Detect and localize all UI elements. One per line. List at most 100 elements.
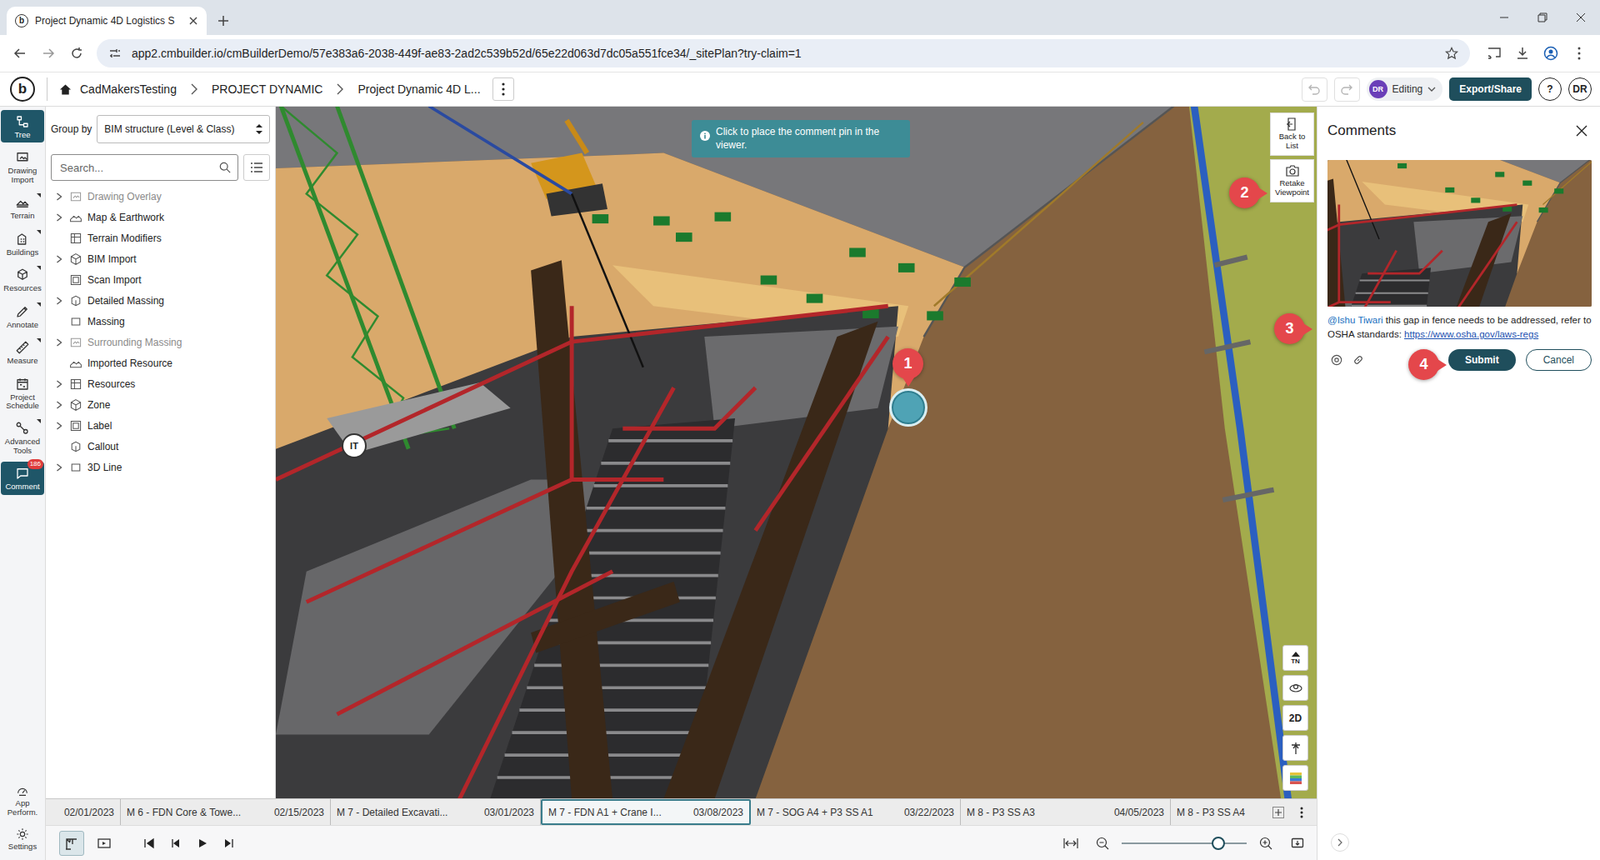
minimize-button[interactable]	[1485, 0, 1524, 35]
collapse-button[interactable]	[1330, 833, 1350, 852]
2d-toggle-button[interactable]: 2D	[1282, 705, 1309, 731]
close-tab-icon[interactable]	[188, 15, 199, 26]
timeline-segment[interactable]: M 7 - SOG A4 + P3 SS A1 03/22/2023	[750, 799, 961, 825]
zoom-slider[interactable]	[1121, 835, 1247, 852]
expander[interactable]	[50, 463, 68, 472]
zoom-out-button[interactable]	[1090, 830, 1115, 856]
expander[interactable]	[50, 192, 68, 201]
reload-button[interactable]	[63, 40, 90, 67]
tree-item[interactable]: Callout	[50, 435, 270, 457]
rail-item[interactable]: App Perform.	[0, 780, 45, 820]
site-info-icon[interactable]	[108, 46, 122, 60]
add-segment-button[interactable]	[1266, 800, 1290, 825]
rail-item[interactable]: Comment 186	[0, 461, 45, 495]
tree-item[interactable]: Label	[50, 415, 270, 436]
forward-button[interactable]	[35, 40, 62, 67]
redo-button[interactable]	[1334, 77, 1360, 102]
rail-item[interactable]: Terrain	[0, 190, 45, 224]
compass-button[interactable]: TN	[1282, 645, 1309, 671]
timeline-segment[interactable]: M 8 - P3 SS A3 04/05/2023	[960, 799, 1171, 825]
user-avatar[interactable]: DR	[1568, 77, 1592, 101]
expander[interactable]	[50, 421, 68, 430]
undo-button[interactable]	[1301, 77, 1328, 102]
first-button[interactable]	[136, 830, 162, 856]
comment-draft[interactable]: @Ishu Tiwari this gap in fence needs to …	[1327, 313, 1592, 343]
user-comment-pin[interactable]: IT	[341, 433, 367, 459]
fit-button[interactable]	[1058, 830, 1084, 856]
timeline-segment[interactable]: M 7 - Detailed Excavati... 03/01/2023	[330, 799, 541, 825]
cast-icon[interactable]	[1486, 45, 1502, 61]
comment-link[interactable]: https://www.osha.gov/laws-regs	[1404, 329, 1539, 340]
rail-item[interactable]: Resources	[0, 263, 45, 296]
rail-item[interactable]: Annotate	[0, 300, 45, 333]
group-by-select[interactable]: BIM structure (Level & Class)	[96, 115, 270, 144]
tree-item[interactable]: Zone	[50, 394, 270, 415]
timeline-segment[interactable]: M 6 - FDN Core & Towe... 02/15/2023	[120, 799, 331, 825]
help-button[interactable]: ?	[1538, 77, 1562, 101]
orbit-button[interactable]	[1282, 675, 1309, 701]
slider-knob[interactable]	[1211, 836, 1225, 850]
breadcrumb[interactable]: CadMakersTesting	[80, 82, 177, 96]
new-tab-icon[interactable]	[216, 14, 230, 28]
breadcrumb[interactable]: PROJECT DYNAMIC	[211, 82, 324, 96]
rail-item[interactable]: Advanced Tools	[0, 416, 45, 459]
export-view-button[interactable]	[1285, 830, 1310, 856]
app-logo[interactable]: b	[10, 76, 35, 102]
cancel-button[interactable]: Cancel	[1525, 349, 1592, 371]
layers-color-button[interactable]	[1282, 765, 1309, 791]
tree-item[interactable]: 3D Line	[50, 456, 270, 478]
last-button[interactable]	[216, 830, 242, 856]
tree-item[interactable]: Detailed Massing	[50, 290, 270, 311]
timeline-segment[interactable]: M 8 - P3 SS A4	[1170, 799, 1267, 825]
tree-item[interactable]: Resources	[50, 373, 270, 395]
close-button[interactable]	[1561, 0, 1600, 35]
rail-item[interactable]: Project Schedule	[0, 372, 45, 415]
expander[interactable]	[50, 255, 68, 264]
play-button[interactable]	[190, 830, 215, 856]
thumbnail-render[interactable]	[1327, 160, 1592, 307]
tree-item[interactable]: Drawing Overlay	[50, 185, 270, 207]
tree-item[interactable]: BIM Import	[50, 248, 270, 270]
viewer-tool-button[interactable]: Retake Viewpoint	[1270, 159, 1315, 203]
download-icon[interactable]	[1515, 45, 1530, 61]
viewer-tool-button[interactable]: Back to List	[1270, 112, 1315, 156]
expander[interactable]	[50, 380, 68, 389]
tree-item[interactable]: Terrain Modifiers	[50, 227, 270, 249]
bookmark-star-icon[interactable]	[1445, 46, 1459, 60]
browser-tab[interactable]: b Project Dynamic 4D Logistics S	[6, 6, 207, 35]
mention-icon[interactable]	[1330, 354, 1343, 366]
3d-viewer[interactable]: Click to place the comment pin in the vi…	[275, 106, 1317, 799]
sun-button[interactable]	[1282, 735, 1309, 761]
search-input[interactable]	[58, 160, 220, 175]
filter-button[interactable]	[243, 154, 270, 181]
timeline-menu-button[interactable]	[1290, 800, 1314, 825]
rail-item[interactable]: Settings	[0, 823, 45, 855]
breadcrumb[interactable]: Project Dynamic 4D L...	[357, 82, 480, 96]
close-icon[interactable]	[1575, 124, 1589, 138]
restore-button[interactable]	[1523, 0, 1562, 35]
tree-item[interactable]: Map & Earthwork	[50, 206, 270, 228]
submit-button[interactable]: Submit	[1448, 349, 1516, 371]
back-button[interactable]	[6, 40, 34, 67]
rail-item[interactable]: Drawing Import	[0, 145, 45, 188]
timeline-segment[interactable]: M 7 - FDN A1 + Crane I... 03/08/2023	[540, 799, 751, 825]
home-icon[interactable]	[59, 83, 72, 96]
comment-pin[interactable]	[889, 388, 928, 427]
menu-icon[interactable]	[1571, 45, 1587, 61]
rail-item[interactable]: Tree	[0, 110, 45, 143]
scene-render[interactable]	[275, 106, 1317, 799]
rail-item[interactable]: Buildings	[0, 227, 45, 260]
link-icon[interactable]	[1352, 354, 1365, 366]
expander[interactable]	[50, 213, 68, 222]
expander[interactable]	[50, 296, 68, 305]
mode-selector[interactable]: DR Editing	[1366, 77, 1444, 101]
viewpoint-thumbnail[interactable]	[1327, 160, 1592, 307]
tree-item[interactable]: Scan Import	[50, 269, 270, 290]
previous-button[interactable]	[163, 830, 189, 856]
rail-item[interactable]: Measure	[0, 335, 45, 369]
expander[interactable]	[50, 338, 68, 347]
mode-toggle[interactable]	[91, 830, 117, 856]
tree-item[interactable]: Surrounding Massing	[50, 331, 270, 353]
mode-toggle[interactable]	[59, 830, 85, 856]
zoom-in-button[interactable]	[1253, 830, 1279, 856]
